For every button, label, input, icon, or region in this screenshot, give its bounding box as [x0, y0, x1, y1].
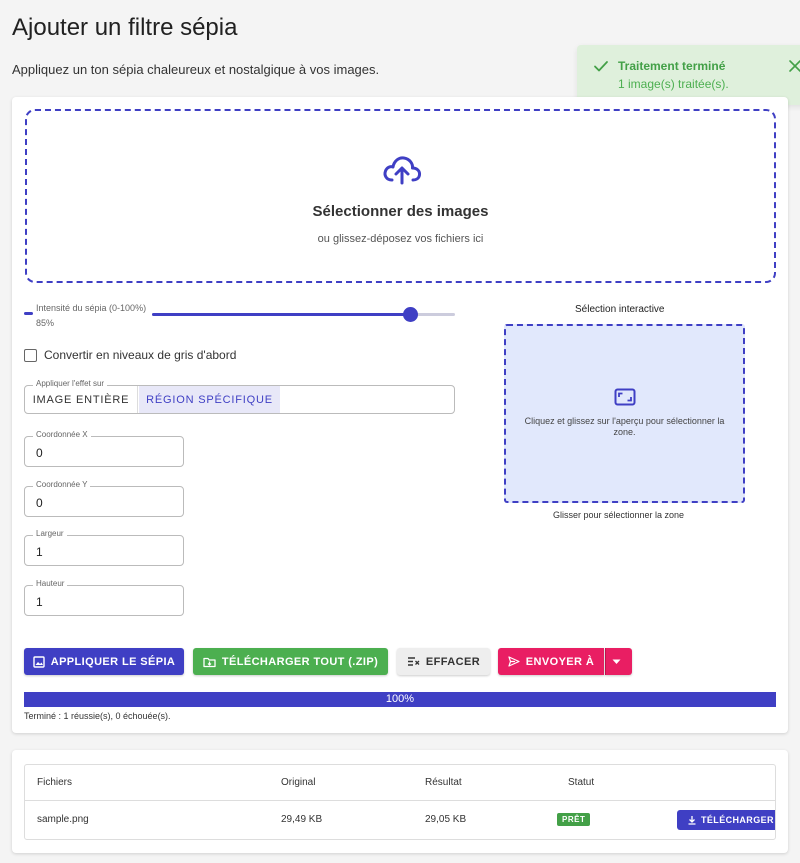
success-toast: Traitement terminé 1 image(s) traitée(s)…: [577, 45, 800, 105]
apply-sepia-label: APPLIQUER LE SÉPIA: [50, 655, 176, 668]
header-divider: [25, 800, 775, 801]
coordinate-y-label: Coordonnée Y: [33, 480, 91, 489]
image-icon: [33, 655, 45, 668]
results-card: Fichiers Original Résultat Statut sample…: [12, 750, 788, 853]
download-icon: [688, 816, 696, 825]
width-field[interactable]: Largeur 1: [24, 529, 184, 566]
results-table: Fichiers Original Résultat Statut sample…: [24, 764, 776, 840]
clear-button[interactable]: EFFACER: [397, 648, 490, 675]
send-to-button[interactable]: ENVOYER À: [498, 648, 604, 675]
clear-list-icon: [407, 657, 420, 666]
apply-to-toggle: Appliquer l'effet sur IMAGE ENTIÈRE RÉGI…: [24, 379, 455, 414]
send-icon: [508, 656, 520, 667]
download-file-label: TÉLÉCHARGER: [701, 815, 774, 825]
main-card: Sélectionner des images ou glissez-dépos…: [12, 97, 788, 733]
toggle-specific-region[interactable]: RÉGION SPÉCIFIQUE: [139, 386, 280, 413]
slider-thumb[interactable]: [402, 307, 418, 322]
check-icon: [594, 61, 608, 72]
page-title: Ajouter un filtre sépia: [12, 14, 238, 41]
toast-title: Traitement terminé: [618, 59, 726, 73]
page-subtitle: Appliquez un ton sépia chaleureux et nos…: [12, 62, 380, 77]
toggle-whole-image[interactable]: IMAGE ENTIÈRE: [25, 386, 138, 413]
status-summary: Terminé : 1 réussie(s), 0 échouée(s).: [24, 711, 171, 721]
close-icon[interactable]: [787, 58, 800, 74]
coordinate-y-field[interactable]: Coordonnée Y 0: [24, 480, 184, 517]
dropzone-title: Sélectionner des images: [312, 203, 489, 220]
file-name-cell: sample.png: [37, 814, 89, 825]
checkbox-box[interactable]: [24, 348, 37, 362]
progress-bar: 100%: [24, 692, 776, 707]
status-badge: PRÊT: [557, 813, 591, 826]
clear-label: EFFACER: [425, 655, 481, 668]
download-all-label: TÉLÉCHARGER TOUT (.ZIP): [221, 655, 379, 668]
toast-message: 1 image(s) traitée(s).: [618, 77, 729, 91]
slider-indicator: [24, 312, 33, 315]
download-file-button[interactable]: TÉLÉCHARGER: [677, 810, 775, 830]
height-value[interactable]: 1: [36, 595, 43, 609]
result-size-cell: 29,05 KB: [425, 814, 467, 825]
selection-hint: Cliquez et glissez sur l'aperçu pour sél…: [524, 416, 725, 437]
intensity-slider-group: Intensité du sépia (0-100%) 85%: [24, 302, 456, 332]
coordinate-x-label: Coordonnée X: [33, 430, 91, 439]
column-header-result: Résultat: [425, 777, 462, 788]
column-header-status: Statut: [568, 777, 595, 788]
width-value[interactable]: 1: [36, 545, 43, 559]
coordinate-y-value[interactable]: 0: [36, 496, 43, 510]
intensity-slider[interactable]: [152, 307, 455, 322]
send-to-label: ENVOYER À: [525, 655, 595, 668]
grayscale-checkbox[interactable]: Convertir en niveaux de gris d'abord: [24, 347, 236, 363]
folder-zip-icon: [203, 657, 216, 667]
cloud-upload-icon: [383, 156, 422, 185]
slider-fill: [152, 313, 410, 316]
image-dropzone[interactable]: Sélectionner des images ou glissez-dépos…: [25, 109, 776, 283]
intensity-value: 85%: [36, 318, 55, 328]
progress-text: 100%: [385, 693, 415, 705]
apply-sepia-button[interactable]: APPLIQUER LE SÉPIA: [24, 648, 184, 675]
intensity-label: Intensité du sépia (0-100%): [36, 303, 147, 313]
width-label: Largeur: [33, 529, 67, 538]
chevron-down-icon: [612, 659, 620, 664]
column-header-original: Original: [281, 777, 316, 788]
grayscale-label: Convertir en niveaux de gris d'abord: [44, 348, 237, 362]
selection-title: Sélection interactive: [575, 304, 665, 315]
height-field[interactable]: Hauteur 1: [24, 579, 184, 616]
original-size-cell: 29,49 KB: [281, 814, 323, 825]
coordinate-x-value[interactable]: 0: [36, 446, 43, 460]
selection-caption: Glisser pour sélectionner la zone: [553, 510, 685, 520]
send-to-dropdown-button[interactable]: [605, 648, 632, 675]
column-header-files: Fichiers: [37, 777, 73, 788]
selection-area[interactable]: Cliquez et glissez sur l'aperçu pour sél…: [504, 324, 745, 503]
height-label: Hauteur: [33, 579, 68, 588]
crop-icon: [614, 388, 636, 406]
dropzone-subtitle: ou glissez-déposez vos fichiers ici: [317, 233, 484, 245]
download-all-button[interactable]: TÉLÉCHARGER TOUT (.ZIP): [193, 648, 388, 675]
coordinate-x-field[interactable]: Coordonnée X 0: [24, 430, 184, 467]
